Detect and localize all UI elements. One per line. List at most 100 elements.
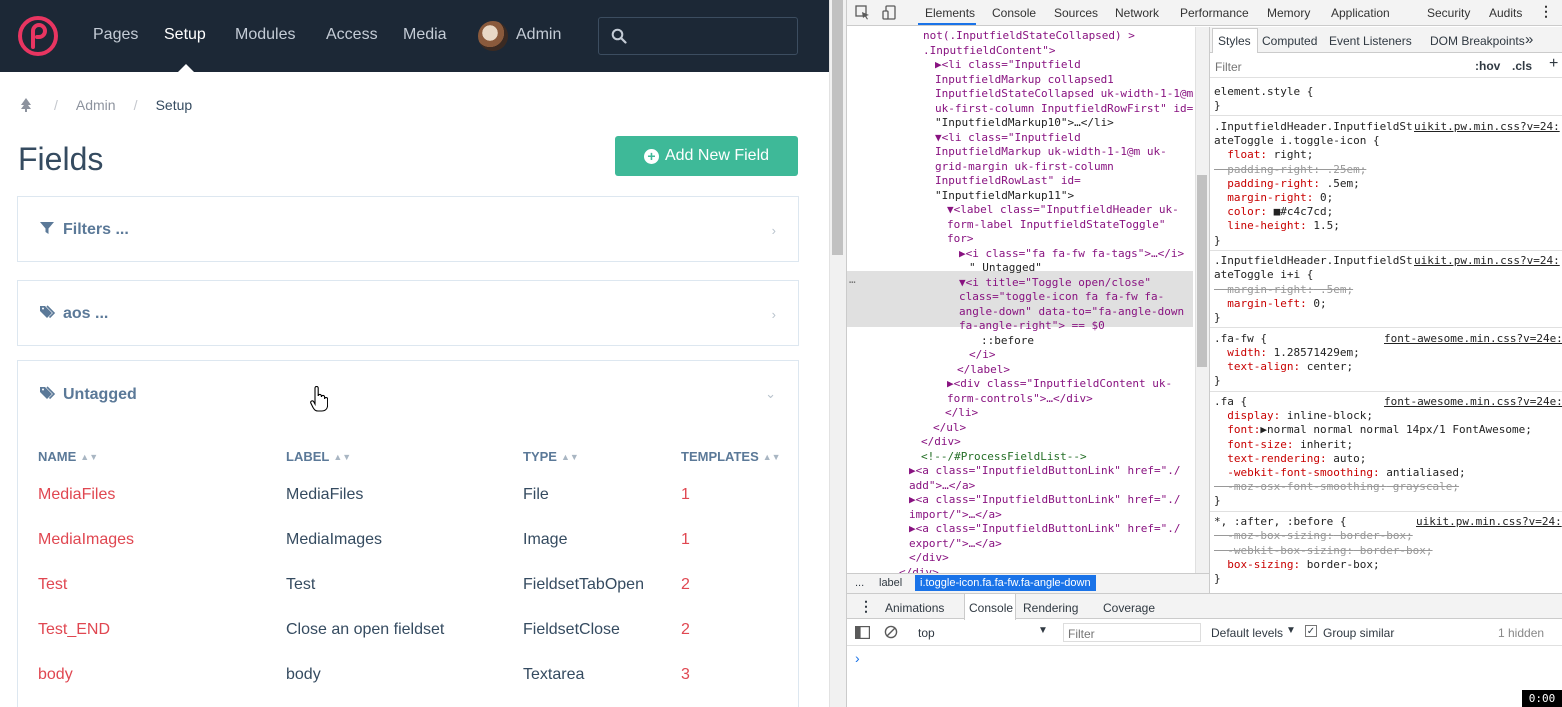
css-selector[interactable]: ateToggle i+i {	[1214, 268, 1313, 282]
add-new-field-button[interactable]: + Add New Field	[615, 136, 798, 176]
field-templates-link[interactable]: 3	[681, 666, 690, 683]
chevron-down-icon[interactable]: ▼	[1038, 625, 1048, 636]
css-declaration[interactable]: text-align: center;	[1214, 360, 1353, 374]
dom-node-line[interactable]: form-label InputfieldStateToggle"	[947, 218, 1166, 232]
tab-sources[interactable]: Sources	[1054, 6, 1098, 20]
css-declaration[interactable]: width: 1.28571429em;	[1214, 346, 1359, 360]
nav-media[interactable]: Media	[403, 26, 447, 44]
untagged-panel-header[interactable]: Untagged ⌄	[18, 361, 798, 427]
tab-dom-breakpoints[interactable]: DOM Breakpoints	[1430, 34, 1525, 48]
log-levels-select[interactable]: Default levels	[1211, 626, 1283, 640]
dom-node-line[interactable]: </i>	[969, 348, 996, 362]
tab-security[interactable]: Security	[1427, 6, 1470, 20]
group-similar-checkbox[interactable]: ✓	[1305, 625, 1317, 637]
dom-crumb-more[interactable]: ...	[855, 577, 864, 589]
field-templates-link[interactable]: 2	[681, 576, 690, 593]
tree-icon[interactable]	[20, 98, 32, 112]
drawer-tab-console[interactable]: Console	[969, 601, 1013, 615]
field-name-link[interactable]: Test_END	[38, 621, 110, 638]
stylesheet-source-link[interactable]: uikit.pw.min.css?v=24:	[1414, 120, 1560, 134]
field-name-link[interactable]: MediaImages	[38, 531, 134, 548]
dom-node-line[interactable]: uk-first-column InputfieldRowFirst" id=	[935, 102, 1193, 116]
stylesheet-source-link[interactable]: uikit.pw.min.css?v=24:	[1414, 254, 1560, 268]
hov-toggle[interactable]: :hov	[1475, 59, 1500, 73]
chevron-right-icon[interactable]: ›	[772, 307, 776, 322]
console-prompt-icon[interactable]: ›	[855, 650, 860, 666]
dom-node-line[interactable]: </label>	[957, 363, 1010, 377]
dom-node-line[interactable]: ▶<i class="fa fa-fw fa-tags">…</i>	[959, 247, 1184, 261]
chevron-right-icon[interactable]: ›	[772, 223, 776, 238]
nav-setup[interactable]: Setup	[164, 26, 206, 44]
context-select[interactable]: top	[918, 626, 935, 640]
css-declaration[interactable]: float: right;	[1214, 148, 1313, 162]
dom-node-line[interactable]: "InputfieldMarkup10">…</li>	[935, 116, 1114, 130]
styles-filter-input[interactable]: Filter	[1215, 60, 1242, 74]
field-templates-link[interactable]: 1	[681, 531, 690, 548]
field-name-link[interactable]: MediaFiles	[38, 486, 115, 503]
dom-node-line[interactable]: InputfieldStateCollapsed uk-width-1-1@m	[935, 87, 1193, 101]
clear-console-icon[interactable]	[884, 625, 898, 639]
dom-node-line[interactable]: InputfieldMarkup uk-width-1-1@m uk-	[935, 145, 1167, 159]
console-filter-input[interactable]: Filter	[1063, 623, 1201, 642]
column-header-templates[interactable]: TEMPLATES ▲▼	[681, 440, 791, 472]
dom-node-line[interactable]: angle-down" data-to="fa-angle-down	[959, 305, 1184, 319]
field-name-link[interactable]: body	[38, 666, 73, 683]
drawer-tab-animations[interactable]: Animations	[885, 601, 944, 615]
dom-node-line[interactable]: add">…</a>	[909, 479, 975, 493]
css-declaration[interactable]: display: inline-block;	[1214, 409, 1373, 423]
css-declaration[interactable]: -moz-box-sizing: border-box;	[1214, 529, 1412, 543]
dom-node-line[interactable]: ▶<li class="Inputfield	[935, 58, 1081, 72]
drawer-tab-rendering[interactable]: Rendering	[1023, 601, 1078, 615]
cls-toggle[interactable]: .cls	[1512, 59, 1532, 73]
dom-node-line[interactable]: class="toggle-icon fa fa-fw fa-	[959, 290, 1164, 304]
css-declaration[interactable]: padding-right: .5em;	[1214, 177, 1359, 191]
css-selector[interactable]: .fa {	[1214, 395, 1247, 409]
dom-node-line[interactable]: import/">…</a>	[909, 508, 1002, 522]
css-selector[interactable]: .fa-fw {	[1214, 332, 1267, 346]
dom-node-line[interactable]: form-controls">…</div>	[947, 392, 1093, 406]
dom-node-line[interactable]: </ul>	[933, 421, 966, 435]
dom-node-line[interactable]: ▼<i title="Toggle open/close"	[959, 276, 1151, 290]
sidebar-toggle-icon[interactable]	[855, 626, 870, 639]
column-header-label[interactable]: LABEL ▲▼	[286, 440, 523, 472]
search-input[interactable]	[598, 17, 798, 55]
device-toolbar-icon[interactable]	[882, 5, 897, 20]
dom-crumb-label[interactable]: label	[879, 577, 902, 589]
stylesheet-source-link[interactable]: uikit.pw.min.css?v=24:	[1416, 515, 1562, 529]
css-declaration[interactable]: -moz-osx-font-smoothing: grayscale;	[1214, 480, 1459, 494]
drawer-menu-icon[interactable]: ⋮	[859, 598, 873, 615]
tab-styles[interactable]: Styles	[1218, 34, 1251, 48]
tab-computed[interactable]: Computed	[1262, 34, 1317, 48]
dom-node-line[interactable]: " Untagged"	[969, 261, 1042, 275]
more-tabs-icon[interactable]: »	[1525, 31, 1533, 48]
tab-elements[interactable]: Elements	[925, 6, 975, 20]
elements-dom-tree[interactable]: not(.InputfieldStateCollapsed) > .Inputfi…	[847, 27, 1209, 573]
css-selector[interactable]: element.style {	[1214, 85, 1313, 99]
stylesheet-source-link[interactable]: font-awesome.min.css?v=24e:	[1384, 395, 1562, 409]
tab-audits[interactable]: Audits	[1489, 6, 1522, 20]
dom-node-line[interactable]: </div>	[899, 566, 939, 574]
dom-node-line[interactable]: </div>	[909, 551, 949, 565]
css-declaration[interactable]: margin-left: 0;	[1214, 297, 1326, 311]
nav-access[interactable]: Access	[326, 26, 378, 44]
css-declaration[interactable]: padding-right: .25em;	[1214, 163, 1366, 177]
page-scrollbar-thumb[interactable]	[832, 0, 843, 255]
stylesheet-source-link[interactable]: font-awesome.min.css?v=24e:	[1384, 332, 1562, 346]
filters-panel-header[interactable]: Filters ... ›	[18, 197, 798, 261]
css-declaration[interactable]: -webkit-font-smoothing: antialiased;	[1214, 466, 1465, 480]
field-templates-link[interactable]: 2	[681, 621, 690, 638]
avatar[interactable]	[478, 21, 508, 51]
tab-network[interactable]: Network	[1115, 6, 1159, 20]
css-selector[interactable]: }	[1214, 311, 1221, 325]
nav-user[interactable]: Admin	[516, 26, 561, 44]
dom-node-line[interactable]: .InputfieldContent">	[923, 44, 1055, 58]
dom-node-line[interactable]: for>	[947, 232, 974, 246]
dom-node-line[interactable]: <!--/#ProcessFieldList-->	[921, 450, 1087, 464]
processwire-logo-icon[interactable]	[17, 15, 59, 57]
column-header-type[interactable]: TYPE ▲▼	[523, 440, 681, 472]
css-selector[interactable]: .InputfieldHeader.InputfieldSt	[1214, 120, 1413, 134]
nav-pages[interactable]: Pages	[93, 26, 138, 44]
dom-node-line[interactable]: ▶<a class="InputfieldButtonLink" href=".…	[909, 464, 1181, 478]
css-declaration[interactable]: line-height: 1.5;	[1214, 219, 1340, 233]
dom-node-line[interactable]: </div>	[921, 435, 961, 449]
